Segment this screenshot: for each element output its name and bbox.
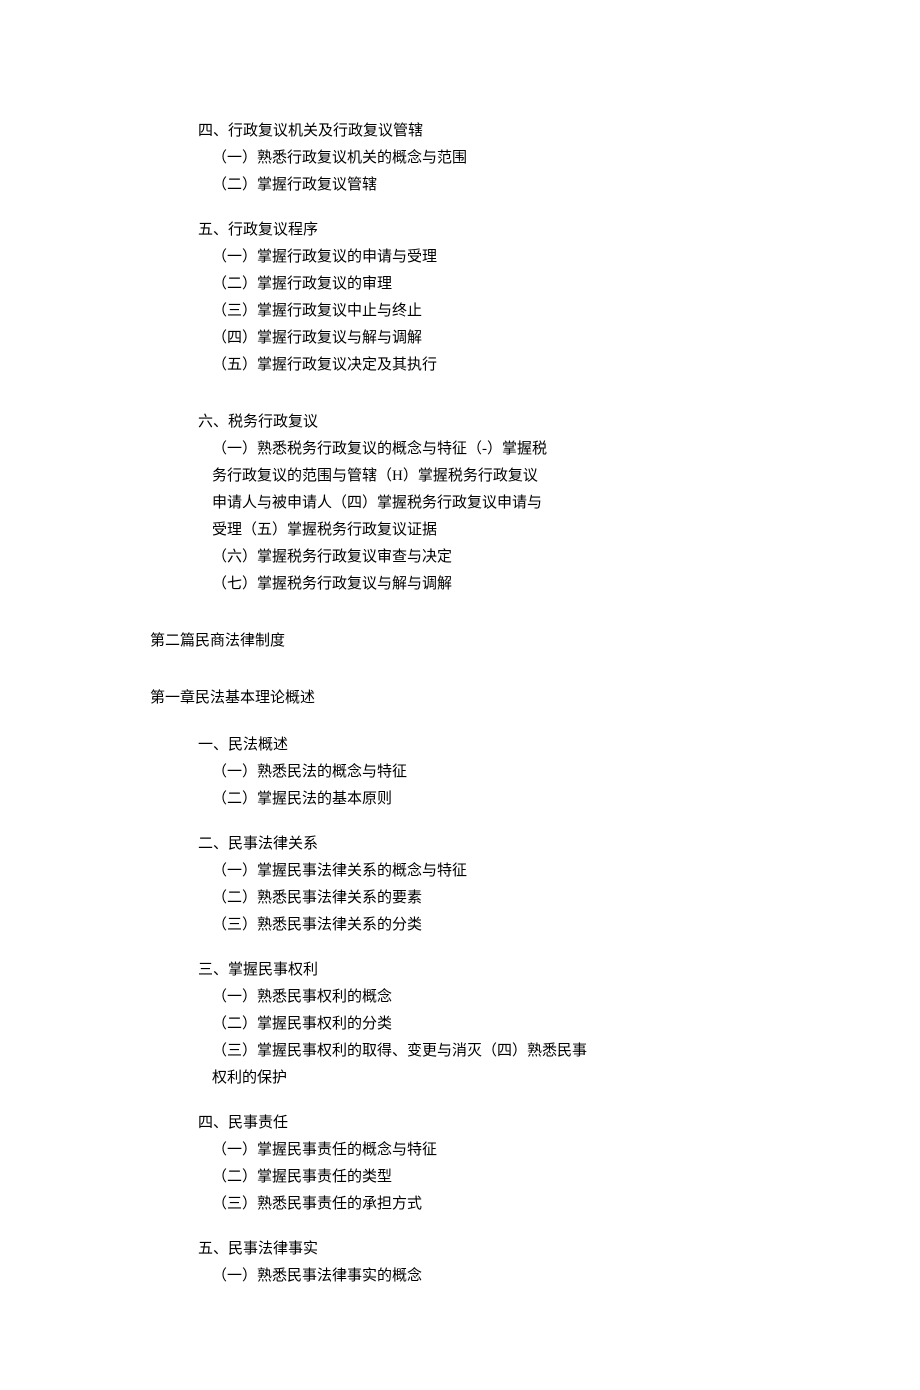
outline-item: （一）熟悉民事法律事实的概念: [212, 1263, 770, 1290]
outline-item: （七）掌握税务行政复议与解与调解: [212, 571, 770, 598]
outline-item: （五）掌握行政复议决定及其执行: [212, 352, 770, 379]
section-4-title: 四、行政复议机关及行政复议管辖: [198, 118, 770, 145]
ch1-section-4-title: 四、民事责任: [198, 1110, 770, 1137]
ch1-section-3-title: 三、掌握民事权利: [198, 957, 770, 984]
outline-item: （三）熟悉民事责任的承担方式: [212, 1191, 770, 1218]
outline-item: （二）熟悉民事法律关系的要素: [212, 885, 770, 912]
outline-item: （四）掌握行政复议与解与调解: [212, 325, 770, 352]
part-2-title: 第二篇民商法律制度: [150, 628, 770, 655]
outline-item: （二）掌握行政复议的审理: [212, 271, 770, 298]
chapter-1-title: 第一章民法基本理论概述: [150, 685, 770, 712]
outline-item-wrapped: （一）熟悉税务行政复议的概念与特征（-）掌握税务行政复议的范围与管辖（H）掌握税…: [212, 436, 550, 544]
outline-item-wrapped: （三）掌握民事权利的取得、变更与消灭（四）熟悉民事权利的保护: [212, 1038, 590, 1092]
ch1-section-2-title: 二、民事法律关系: [198, 831, 770, 858]
ch1-section-1-title: 一、民法概述: [198, 732, 770, 759]
outline-item: （二）掌握民法的基本原则: [212, 786, 770, 813]
outline-item: （一）掌握民事责任的概念与特征: [212, 1137, 770, 1164]
section-6-title: 六、税务行政复议: [198, 409, 770, 436]
outline-item: （二）掌握民事权利的分类: [212, 1011, 770, 1038]
outline-item: （一）熟悉民法的概念与特征: [212, 759, 770, 786]
outline-item: （二）掌握民事责任的类型: [212, 1164, 770, 1191]
outline-item: （一）掌握行政复议的申请与受理: [212, 244, 770, 271]
outline-item: （三）熟悉民事法律关系的分类: [212, 912, 770, 939]
outline-item: （一）熟悉行政复议机关的概念与范围: [212, 145, 770, 172]
outline-item: （二）掌握行政复议管辖: [212, 172, 770, 199]
section-5-title: 五、行政复议程序: [198, 217, 770, 244]
outline-item: （六）掌握税务行政复议审查与决定: [212, 544, 770, 571]
outline-item: （一）掌握民事法律关系的概念与特征: [212, 858, 770, 885]
outline-item: （三）掌握行政复议中止与终止: [212, 298, 770, 325]
ch1-section-5-title: 五、民事法律事实: [198, 1236, 770, 1263]
outline-item: （一）熟悉民事权利的概念: [212, 984, 770, 1011]
